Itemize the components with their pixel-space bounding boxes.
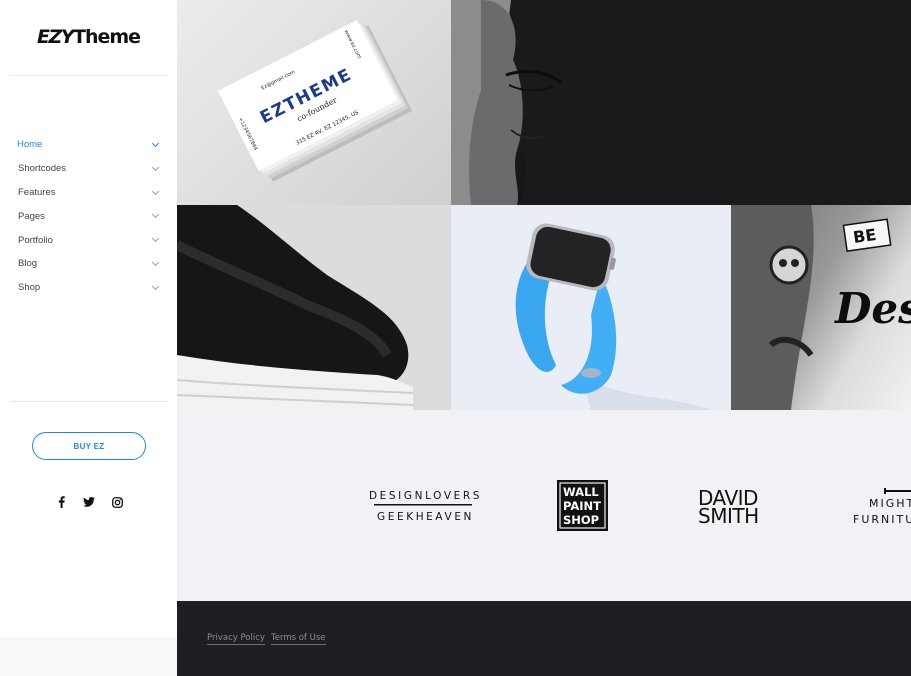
- tattoo-image: BE Des: [731, 205, 911, 410]
- portrait-image: [451, 0, 911, 205]
- portfolio-tile-tattoo[interactable]: BE Des: [731, 205, 911, 410]
- nav-item-label: Portfolio: [18, 234, 53, 246]
- client-logo-paint: PAINT: [563, 499, 601, 513]
- client-logo-wall: WALL: [563, 485, 599, 499]
- sidebar-divider-top: [10, 75, 167, 76]
- watch-image: [451, 205, 731, 410]
- nav-item-shop[interactable]: Shop: [0, 276, 177, 300]
- logo-part-theme: Theme: [73, 26, 141, 48]
- nav-item-home[interactable]: Home: [0, 133, 177, 157]
- twitter-icon[interactable]: [82, 495, 96, 509]
- footer-link-terms-of-use[interactable]: Terms of Use: [271, 633, 326, 645]
- logo-part-ezy: EZY: [37, 26, 75, 48]
- page: EZYTheme Home Shortcodes Features Pages …: [0, 0, 911, 676]
- nav-item-label: Shop: [18, 282, 41, 294]
- footer-link-privacy-policy[interactable]: Privacy Policy: [207, 633, 265, 645]
- client-logo-furniture: FURNITU: [853, 513, 911, 526]
- nav-item-label: Features: [18, 186, 56, 198]
- sidebar: EZYTheme Home Shortcodes Features Pages …: [0, 0, 177, 676]
- portfolio-tile-business-cards[interactable]: Ez@gmail.com EZTHEME co-founder 315 EZ A…: [177, 0, 451, 205]
- nav-item-portfolio[interactable]: Portfolio: [0, 228, 177, 252]
- client-logo-designlovers[interactable]: DESIGNLOVERS GEEKHEAVEN: [369, 490, 482, 523]
- client-logo-mighty-furniture[interactable]: MIGHT FURNITU: [853, 488, 911, 526]
- site-footer: Privacy Policy Terms of Use: [177, 601, 911, 676]
- nav-item-blog[interactable]: Blog: [0, 252, 177, 276]
- client-logo-mighty: MIGHT: [869, 497, 911, 510]
- tattoo-text-script: Des: [834, 284, 911, 333]
- chevron-down-icon: [151, 187, 160, 195]
- portfolio-tile-sneaker[interactable]: [177, 205, 451, 410]
- sneaker-image: [177, 205, 451, 410]
- chevron-down-icon: [151, 139, 160, 148]
- site-logo[interactable]: EZYTheme: [37, 26, 141, 48]
- business-cards-image: Ez@gmail.com EZTHEME co-founder 315 EZ A…: [217, 20, 413, 182]
- chevron-down-icon: [151, 211, 160, 219]
- chevron-down-icon: [151, 258, 160, 267]
- instagram-icon[interactable]: [110, 495, 124, 509]
- clients-band: DESIGNLOVERS GEEKHEAVEN WALL PAINT SHOP …: [177, 410, 911, 601]
- tattoo-text-top: BE: [852, 225, 878, 247]
- nav-item-features[interactable]: Features: [0, 181, 177, 205]
- nav-item-label: Home: [17, 139, 43, 151]
- portfolio-tile-portrait[interactable]: [451, 0, 911, 205]
- client-logos: DESIGNLOVERS GEEKHEAVEN WALL PAINT SHOP …: [369, 480, 911, 531]
- client-logo-designlovers-top: DESIGNLOVERS: [369, 490, 482, 502]
- client-logo-designlovers-bottom: GEEKHEAVEN: [377, 511, 474, 523]
- portfolio-tile-watch[interactable]: [451, 205, 731, 410]
- nav-item-label: Blog: [18, 258, 38, 270]
- client-logo-david-smith[interactable]: DAVID SMITH: [698, 486, 759, 528]
- facebook-icon[interactable]: [54, 495, 68, 509]
- chevron-down-icon: [151, 235, 160, 243]
- nav-item-pages[interactable]: Pages: [0, 204, 177, 228]
- sidebar-bottom-shade: [0, 638, 177, 676]
- chevron-down-icon: [151, 163, 160, 171]
- sidebar-divider-bottom: [10, 401, 167, 402]
- chevron-down-icon: [151, 282, 160, 290]
- client-logo-wall-paint-shop[interactable]: WALL PAINT SHOP: [557, 480, 608, 531]
- main-nav: Home Shortcodes Features Pages Portfolio…: [0, 133, 177, 300]
- client-logo-smith: SMITH: [698, 504, 759, 528]
- buy-button[interactable]: BUY EZ: [32, 432, 146, 460]
- nav-item-label: Pages: [18, 210, 45, 222]
- client-logo-shop: SHOP: [563, 513, 599, 527]
- nav-item-label: Shortcodes: [18, 163, 67, 175]
- nav-item-shortcodes[interactable]: Shortcodes: [0, 157, 177, 181]
